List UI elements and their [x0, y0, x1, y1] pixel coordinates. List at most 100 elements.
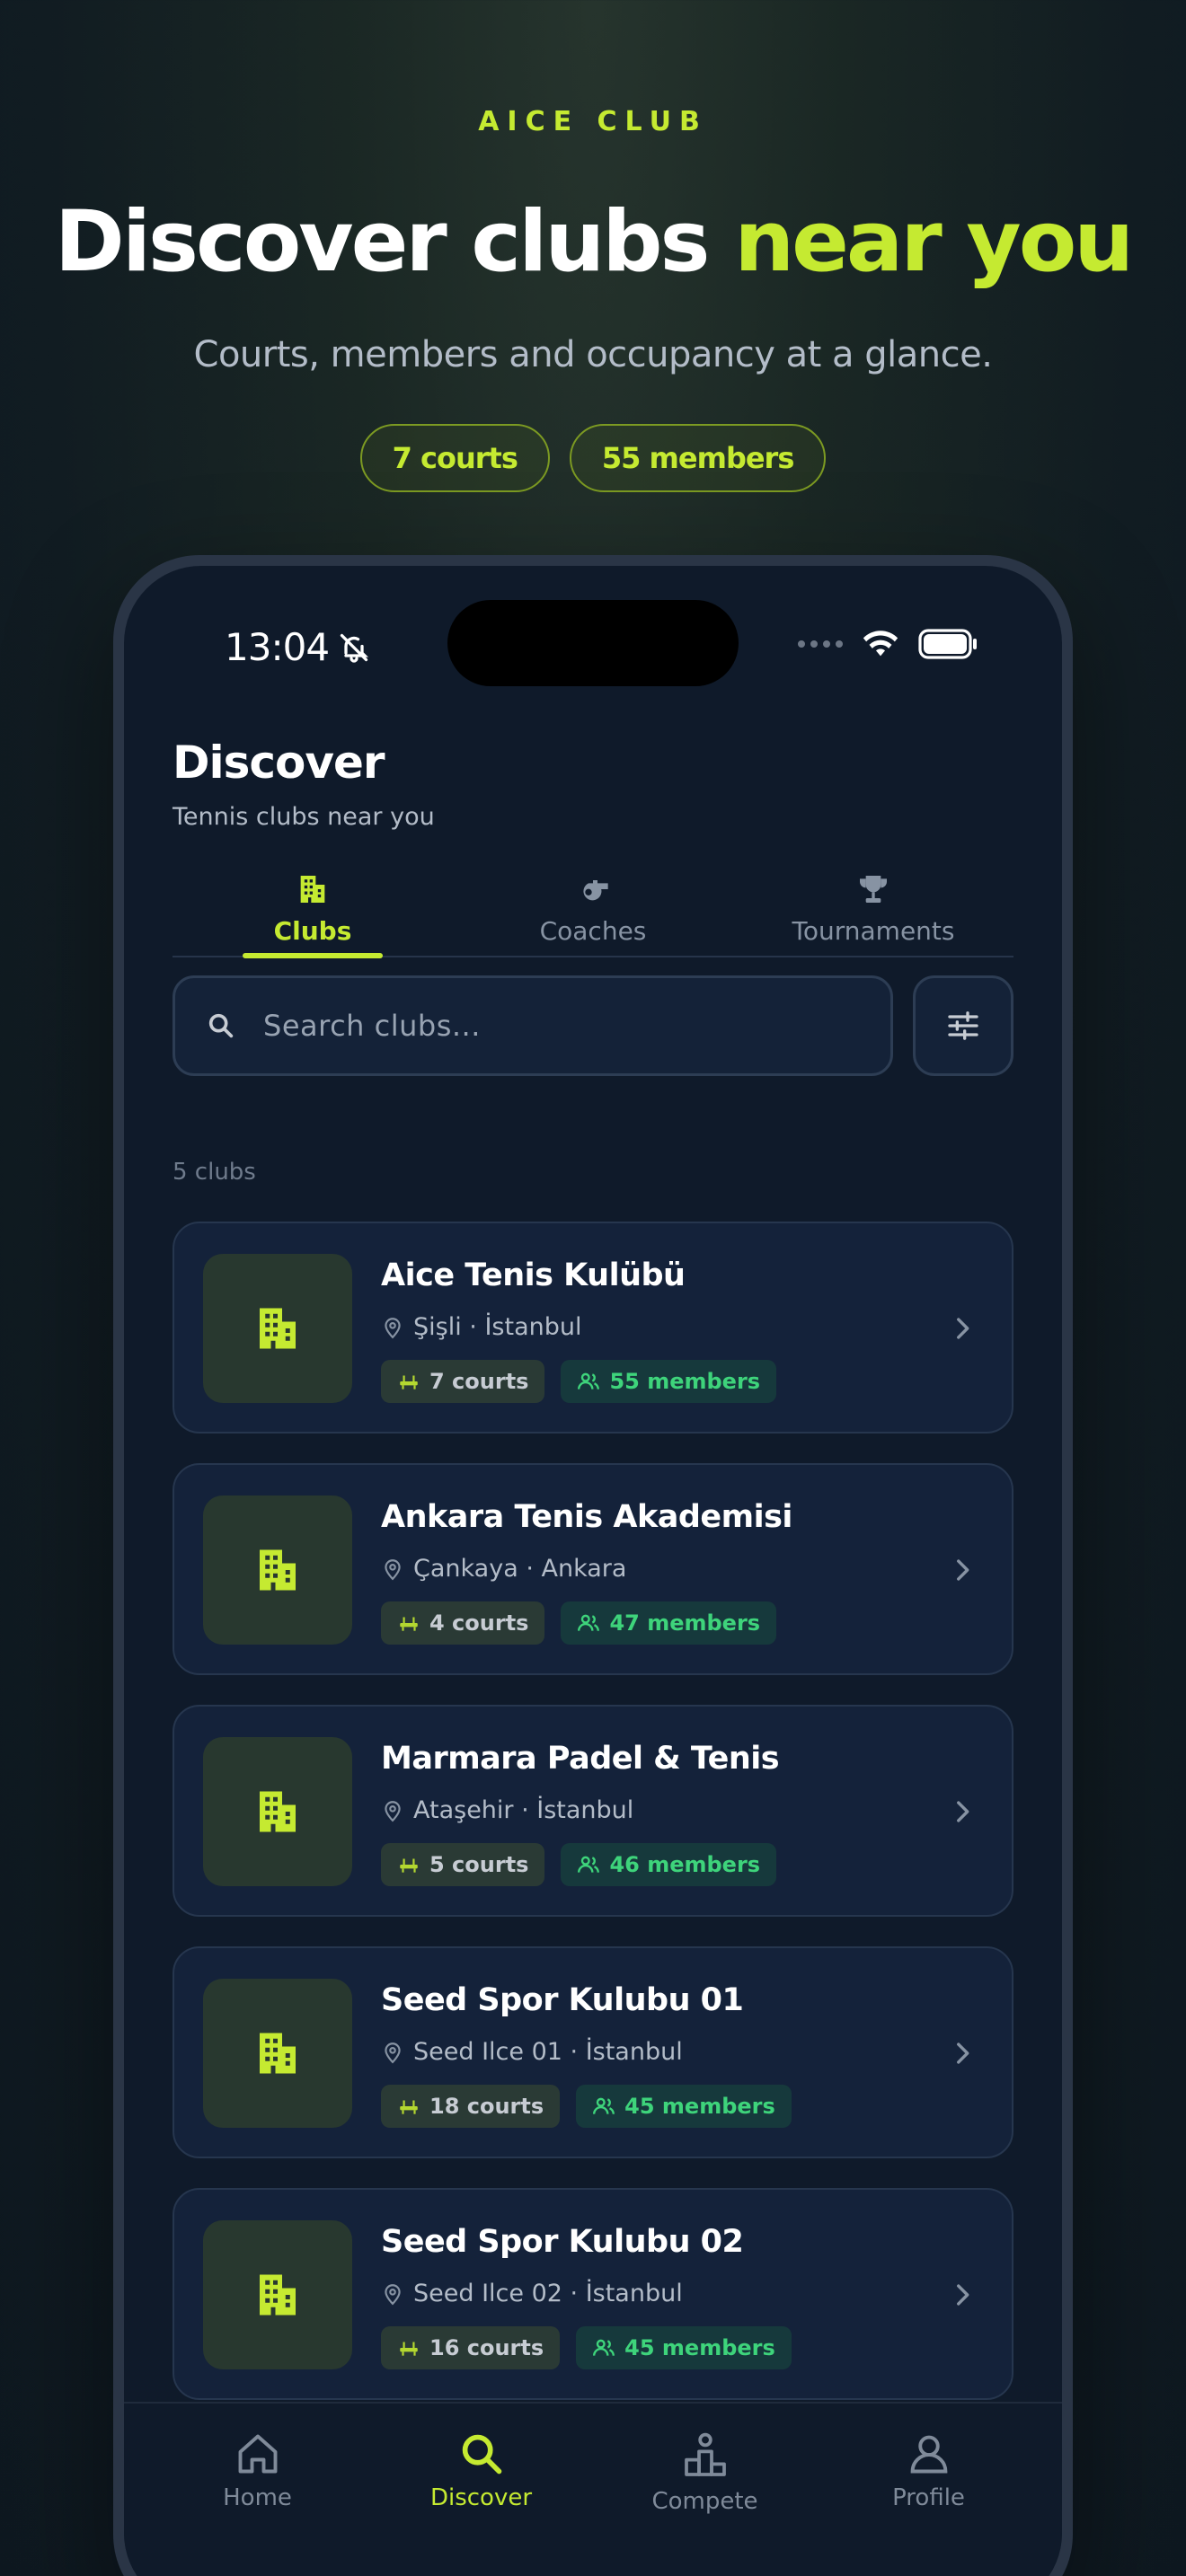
tab-tournaments[interactable]: Tournaments: [733, 871, 1013, 956]
club-stats: 18 courts 45 members: [381, 2085, 792, 2128]
court-icon: [400, 2100, 418, 2114]
members-chip-label: 47 members: [609, 1610, 761, 1636]
search-placeholder: Search clubs...: [263, 1009, 481, 1043]
location-pin-icon: [385, 1317, 401, 1338]
location-pin-icon: [385, 1558, 401, 1580]
members-icon: [593, 2339, 615, 2356]
club-location: Seed Ilce 02 · İstanbul: [381, 2280, 683, 2307]
status-time-text: 13:04: [225, 625, 330, 669]
club-open-arrow[interactable]: [947, 2038, 978, 2072]
tab-clubs[interactable]: Clubs: [173, 871, 453, 958]
trophy-icon: [860, 876, 887, 903]
courts-chip-label: 18 courts: [429, 2094, 544, 2119]
members-chip-label: 55 members: [609, 1369, 761, 1394]
building-icon: [260, 1308, 296, 1349]
members-chip: 46 members: [561, 1843, 777, 1886]
club-location: Seed Ilce 01 · İstanbul: [381, 2038, 683, 2066]
hero-pills: 7 courts 55 members: [0, 424, 1186, 492]
courts-chip: 5 courts: [381, 1843, 545, 1886]
status-bar-indicators: [798, 629, 979, 659]
hero-headline: Discover clubs near you: [0, 189, 1186, 296]
location-pin-icon: [385, 2042, 401, 2063]
tab-coaches[interactable]: Coaches: [453, 871, 733, 956]
court-icon: [400, 1617, 418, 1631]
club-name: Seed Spor Kulubu 02: [381, 2224, 744, 2260]
brand-eyebrow: AICE CLUB: [478, 106, 708, 137]
club-stats: 7 courts 55 members: [381, 1360, 777, 1403]
search-icon: [208, 1013, 234, 1038]
club-card[interactable]: Aice Tenis Kulübü Şişli · İstanbul 7 court…: [173, 1222, 1013, 1434]
nav-profile[interactable]: Profile: [817, 2430, 1040, 2576]
club-card[interactable]: Seed Spor Kulubu 01 Seed Ilce 01 · İstanb…: [173, 1946, 1013, 2158]
filter-button[interactable]: [913, 975, 1013, 1076]
nav-home[interactable]: Home: [146, 2430, 369, 2576]
members-chip: 45 members: [576, 2085, 792, 2128]
podium-icon: [684, 2432, 726, 2476]
bell-slash-icon: [340, 633, 369, 663]
courts-chip-label: 7 courts: [429, 1369, 529, 1394]
building-icon: [300, 876, 325, 903]
club-open-arrow[interactable]: [947, 2280, 978, 2314]
segment-tabs: Clubs Coaches Tournaments: [173, 871, 1013, 958]
chevron-right-icon: [957, 2042, 969, 2064]
tab-tournaments-label: Tournaments: [792, 916, 955, 946]
club-open-arrow[interactable]: [947, 1796, 978, 1831]
nav-discover[interactable]: Discover: [369, 2430, 593, 2576]
club-card[interactable]: Seed Spor Kulubu 02 Seed Ilce 02 · İstanb…: [173, 2188, 1013, 2400]
members-icon: [578, 1614, 600, 1631]
phone-screen: 13:04 Discover Tennis clubs near you Clu…: [124, 566, 1062, 2576]
club-thumbnail: [203, 1737, 352, 1886]
club-open-arrow[interactable]: [947, 1555, 978, 1589]
hero-pill-members: 55 members: [569, 424, 827, 492]
courts-chip: 18 courts: [381, 2085, 561, 2128]
chevron-right-icon: [957, 2284, 969, 2306]
location-pin-icon: [385, 2283, 401, 2305]
club-open-arrow[interactable]: [947, 1313, 978, 1347]
chevron-right-icon: [957, 1559, 969, 1581]
club-thumbnail: [203, 1979, 352, 2128]
nav-compete[interactable]: Compete: [593, 2430, 817, 2576]
headline-accent: near you: [734, 193, 1134, 291]
hero-subtitle: Courts, members and occupancy at a glanc…: [193, 334, 993, 375]
members-chip: 55 members: [561, 1360, 777, 1403]
hero-pill-courts: 7 courts: [359, 424, 550, 492]
tab-coaches-label: Coaches: [539, 916, 647, 946]
club-card[interactable]: Ankara Tenis Akademisi Çankaya · Ankara 4 …: [173, 1463, 1013, 1675]
members-chip: 45 members: [576, 2326, 792, 2369]
court-icon: [400, 2342, 418, 2356]
home-icon: [238, 2434, 277, 2474]
court-icon: [400, 1375, 418, 1389]
courts-chip-label: 5 courts: [429, 1852, 529, 1877]
club-location-text: Ataşehir · İstanbul: [413, 1796, 634, 1824]
page-subtitle: Tennis clubs near you: [173, 803, 435, 831]
results-count: 5 clubs: [173, 1159, 256, 1186]
status-bar-time: 13:04: [225, 625, 370, 669]
club-location: Ataşehir · İstanbul: [381, 1796, 633, 1824]
location-pin-icon: [385, 1800, 401, 1822]
club-location-text: Çankaya · Ankara: [413, 1555, 627, 1583]
nav-discover-label: Discover: [429, 2484, 533, 2511]
club-thumbnail: [203, 2220, 352, 2369]
search-icon: [462, 2434, 501, 2475]
nav-home-label: Home: [223, 2484, 292, 2511]
club-name: Ankara Tenis Akademisi: [381, 1499, 792, 1535]
club-name: Seed Spor Kulubu 01: [381, 1982, 744, 2018]
members-icon: [578, 1856, 600, 1873]
courts-chip: 7 courts: [381, 1360, 545, 1403]
club-stats: 4 courts 47 members: [381, 1601, 777, 1645]
tab-clubs-label: Clubs: [273, 916, 352, 946]
sliders-icon: [948, 1011, 978, 1040]
club-location-text: Şişli · İstanbul: [413, 1313, 582, 1341]
page-title: Discover: [173, 737, 385, 789]
club-stats: 5 courts 46 members: [381, 1843, 777, 1886]
club-name: Aice Tenis Kulübü: [381, 1257, 686, 1293]
dynamic-island: [447, 600, 739, 686]
club-location-text: Seed Ilce 01 · İstanbul: [413, 2038, 683, 2066]
search-input[interactable]: Search clubs...: [173, 975, 893, 1076]
club-card[interactable]: Marmara Padel & Tenis Ataşehir · İstanbul…: [173, 1705, 1013, 1917]
chevron-right-icon: [957, 1801, 969, 1822]
courts-chip-label: 4 courts: [429, 1610, 529, 1636]
members-chip-label: 46 members: [609, 1852, 761, 1877]
members-icon: [578, 1372, 600, 1389]
club-stats: 16 courts 45 members: [381, 2326, 792, 2369]
